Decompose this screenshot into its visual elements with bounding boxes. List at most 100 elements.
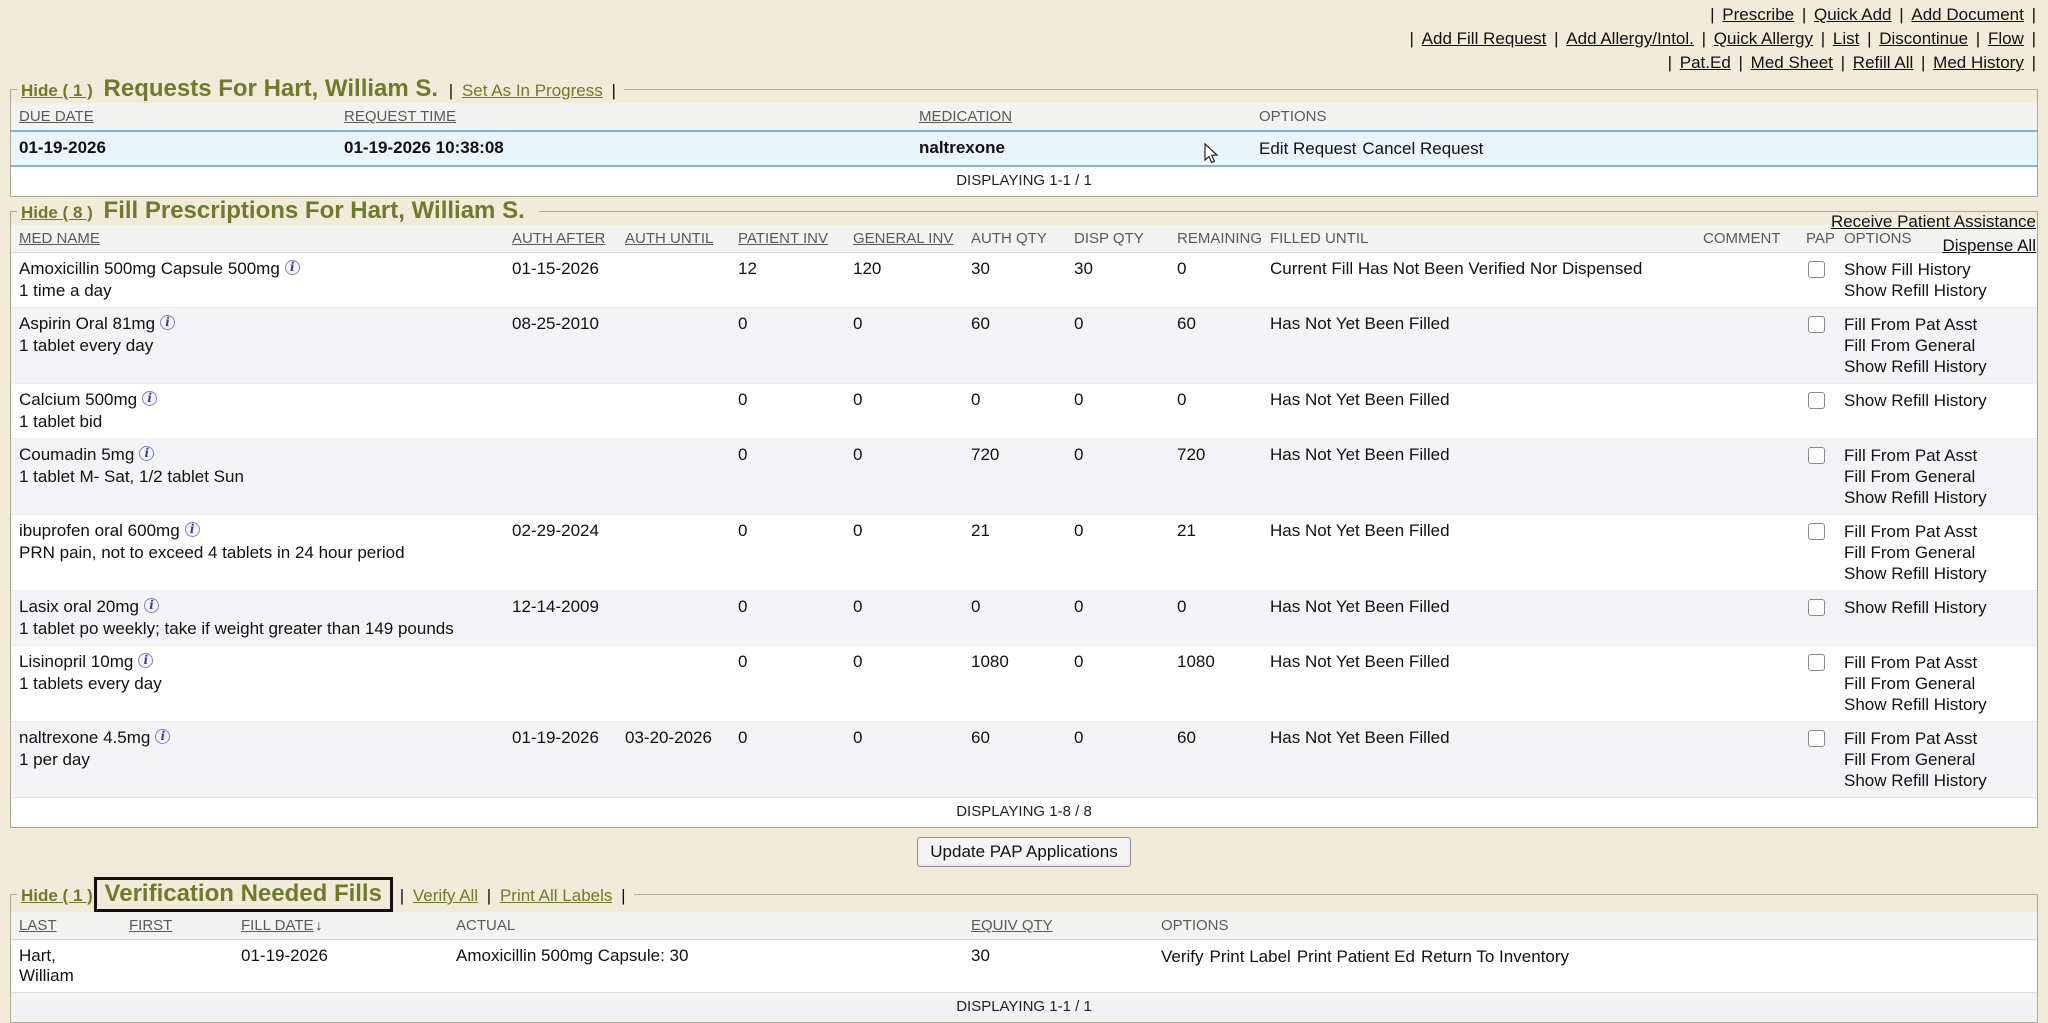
fill-option-link[interactable]: Fill From General	[1844, 335, 2029, 356]
pap-checkbox[interactable]	[1808, 392, 1825, 409]
requests-hide-link[interactable]: Hide ( 1 )	[21, 81, 93, 100]
last-name-cell: Hart, William	[11, 940, 121, 993]
info-icon[interactable]: i	[139, 446, 154, 461]
med-name[interactable]: naltrexone 4.5mg	[19, 728, 150, 747]
info-icon[interactable]: i	[138, 653, 153, 668]
fill-option-link[interactable]: Show Refill History	[1844, 390, 2029, 411]
pap-checkbox[interactable]	[1808, 316, 1825, 333]
med-name[interactable]: ibuprofen oral 600mg	[19, 521, 180, 540]
fill-option-link[interactable]: Fill From Pat Asst	[1844, 314, 2029, 335]
disp-qty-cell: 30	[1066, 253, 1169, 308]
info-icon[interactable]: i	[144, 598, 159, 613]
nav-link-med-sheet[interactable]: Med Sheet	[1751, 53, 1833, 72]
fill-option-link[interactable]: Fill From Pat Asst	[1844, 728, 2029, 749]
pap-checkbox[interactable]	[1808, 261, 1825, 278]
med-name[interactable]: Amoxicillin 500mg Capsule 500mg	[19, 259, 280, 278]
col-request-time[interactable]: REQUEST TIME	[336, 103, 911, 131]
fill-hide-link[interactable]: Hide ( 8 )	[21, 203, 93, 222]
auth-after-cell	[504, 439, 617, 515]
print-patient-ed-link[interactable]: Print Patient Ed	[1297, 947, 1415, 966]
request-row[interactable]: 01-19-2026 01-19-2026 10:38:08 naltrexon…	[11, 131, 2037, 166]
set-as-in-progress-link[interactable]: Set As In Progress	[462, 81, 603, 100]
fill-legend: Hide ( 8 ) Fill Prescriptions For Hart, …	[17, 197, 539, 225]
fill-option-link[interactable]: Fill From General	[1844, 466, 2029, 487]
cancel-request-link[interactable]: Cancel Request	[1362, 139, 1483, 158]
med-cell: Lasix oral 20mgi 1 tablet po weekly; tak…	[11, 591, 504, 646]
nav-link-refill-all[interactable]: Refill All	[1853, 53, 1913, 72]
col-first[interactable]: FIRST	[121, 912, 233, 940]
col-fill-date[interactable]: FILL DATE↓	[233, 912, 448, 940]
filled-until-cell: Has Not Yet Been Filled	[1262, 722, 1695, 798]
separator: |	[1668, 53, 1672, 72]
nav-link-quick-add[interactable]: Quick Add	[1814, 5, 1892, 24]
fill-option-link[interactable]: Fill From General	[1844, 673, 2029, 694]
fill-row: Amoxicillin 500mg Capsule 500mgi 1 time …	[11, 253, 2037, 308]
med-name[interactable]: Lasix oral 20mg	[19, 597, 139, 616]
sort-descending-icon[interactable]: ↓	[316, 917, 323, 933]
fill-option-link[interactable]: Fill From General	[1844, 749, 2029, 770]
col-patient-inv[interactable]: PATIENT INV	[730, 225, 845, 253]
nav-link-discontinue[interactable]: Discontinue	[1879, 29, 1968, 48]
col-auth-after[interactable]: AUTH AFTER	[504, 225, 617, 253]
return-to-inventory-link[interactable]: Return To Inventory	[1421, 947, 1569, 966]
col-auth-until[interactable]: AUTH UNTIL	[617, 225, 730, 253]
fill-option-link[interactable]: Show Fill History	[1844, 259, 2029, 280]
pap-checkbox[interactable]	[1808, 730, 1825, 747]
fill-option-link[interactable]: Fill From Pat Asst	[1844, 652, 2029, 673]
info-icon[interactable]: i	[142, 391, 157, 406]
fill-option-link[interactable]: Show Refill History	[1844, 487, 2029, 508]
col-due-date[interactable]: DUE DATE	[11, 103, 336, 131]
nav-link-flow[interactable]: Flow	[1988, 29, 2024, 48]
info-icon[interactable]: i	[160, 315, 175, 330]
pap-checkbox[interactable]	[1808, 599, 1825, 616]
col-last[interactable]: LAST	[11, 912, 121, 940]
verification-hide-link[interactable]: Hide ( 1 )	[21, 886, 93, 905]
fill-option-link[interactable]: Show Refill History	[1844, 770, 2029, 791]
med-name[interactable]: Calcium 500mg	[19, 390, 137, 409]
nav-link-add-document[interactable]: Add Document	[1911, 5, 2023, 24]
verify-all-link[interactable]: Verify All	[413, 886, 478, 905]
fill-options-cell: Show Fill History Show Refill History	[1836, 253, 2037, 308]
nav-link-list[interactable]: List	[1833, 29, 1859, 48]
nav-link-med-history[interactable]: Med History	[1933, 53, 2024, 72]
med-name[interactable]: Aspirin Oral 81mg	[19, 314, 155, 333]
med-name[interactable]: Coumadin 5mg	[19, 445, 134, 464]
update-pap-applications-button[interactable]: Update PAP Applications	[917, 837, 1130, 867]
verification-section: Hide ( 1 ) Verification Needed Fills | V…	[10, 877, 2038, 1023]
col-options: OPTIONS	[1251, 103, 2037, 131]
separator: |	[2032, 29, 2036, 48]
fill-option-link[interactable]: Fill From General	[1844, 542, 2029, 563]
fill-option-link[interactable]: Fill From Pat Asst	[1844, 445, 2029, 466]
col-general-inv[interactable]: GENERAL INV	[845, 225, 963, 253]
print-label-link[interactable]: Print Label	[1210, 947, 1291, 966]
info-icon[interactable]: i	[285, 260, 300, 275]
nav-link-prescribe[interactable]: Prescribe	[1722, 5, 1794, 24]
fill-option-link[interactable]: Show Refill History	[1844, 563, 2029, 584]
fill-option-link[interactable]: Show Refill History	[1844, 597, 2029, 618]
fill-option-link[interactable]: Show Refill History	[1844, 356, 2029, 377]
med-name[interactable]: Lisinopril 10mg	[19, 652, 133, 671]
col-medication[interactable]: MEDICATION	[911, 103, 1251, 131]
dispense-all-link[interactable]: Dispense All	[1831, 234, 2036, 258]
edit-request-link[interactable]: Edit Request	[1259, 139, 1356, 158]
nav-link-add-fill-request[interactable]: Add Fill Request	[1422, 29, 1547, 48]
col-med-name[interactable]: MED NAME	[11, 225, 504, 253]
info-icon[interactable]: i	[185, 522, 200, 537]
pap-checkbox[interactable]	[1808, 447, 1825, 464]
fill-title: Fill Prescriptions For Hart, William S.	[104, 197, 525, 224]
receive-patient-assistance-link[interactable]: Receive Patient Assistance	[1831, 210, 2036, 234]
nav-link-quick-allergy[interactable]: Quick Allergy	[1714, 29, 1813, 48]
fill-option-link[interactable]: Fill From Pat Asst	[1844, 521, 2029, 542]
auth-after-cell: 12-14-2009	[504, 591, 617, 646]
col-equiv-qty[interactable]: EQUIV QTY	[963, 912, 1153, 940]
col-fill-date-label[interactable]: FILL DATE	[241, 917, 314, 934]
fill-option-link[interactable]: Show Refill History	[1844, 694, 2029, 715]
verify-link[interactable]: Verify	[1161, 947, 1204, 966]
print-all-labels-link[interactable]: Print All Labels	[500, 886, 612, 905]
pap-checkbox[interactable]	[1808, 523, 1825, 540]
nav-link-add-allergy-intol[interactable]: Add Allergy/Intol.	[1566, 29, 1694, 48]
info-icon[interactable]: i	[155, 729, 170, 744]
fill-option-link[interactable]: Show Refill History	[1844, 280, 2029, 301]
nav-link-pat-ed[interactable]: Pat.Ed	[1680, 53, 1731, 72]
pap-checkbox[interactable]	[1808, 654, 1825, 671]
